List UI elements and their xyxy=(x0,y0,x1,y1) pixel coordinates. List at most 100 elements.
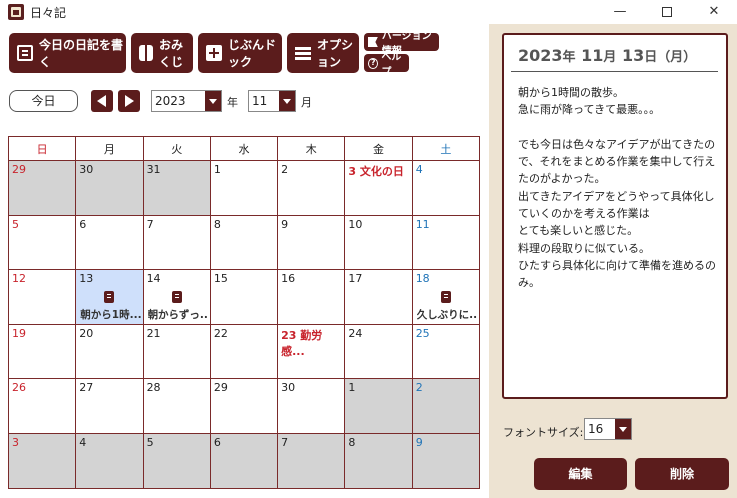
calendar-day-cell[interactable]: 17 xyxy=(344,269,413,325)
calendar-day-cell[interactable]: 5 xyxy=(142,432,211,489)
calendar-day-cell[interactable]: 7 xyxy=(142,214,211,271)
maximize-button[interactable] xyxy=(644,0,690,24)
weekday-header: 土 xyxy=(411,136,481,161)
calendar-day-cell[interactable]: 2 xyxy=(411,378,481,434)
calendar-day-cell[interactable]: 29 xyxy=(7,160,77,216)
calendar-day-cell[interactable]: 8 xyxy=(209,214,279,271)
calendar-day-cell[interactable]: 2 xyxy=(277,160,346,216)
calendar-day-cell[interactable]: 16 xyxy=(277,269,346,325)
font-size-select[interactable]: 16 xyxy=(584,418,632,440)
day-number: 1 xyxy=(213,163,221,176)
edit-button[interactable]: 編集 xyxy=(534,458,627,490)
day-number: 21 xyxy=(146,326,161,340)
diary-date: 2023年 11月 13日（月） xyxy=(518,46,696,65)
options-button[interactable]: オプション xyxy=(287,33,359,73)
next-month-button[interactable] xyxy=(118,90,140,112)
month-select[interactable]: 11 xyxy=(248,90,296,112)
day-number: 30 xyxy=(281,381,296,395)
omikuji-icon xyxy=(139,45,153,61)
year-unit-label: 年 xyxy=(227,96,238,109)
day-number: 2 xyxy=(415,381,423,395)
day-number: 6 xyxy=(79,217,87,231)
day-number: 29 xyxy=(12,163,26,176)
calendar-day-cell[interactable]: 13 朝から1時... xyxy=(75,269,144,325)
calendar-day-cell[interactable]: 9 xyxy=(277,214,346,271)
minimize-button[interactable]: — xyxy=(597,0,643,24)
calendar-day-cell[interactable]: 14 朝からずっ... xyxy=(142,269,211,325)
calendar-day-cell[interactable]: 8 xyxy=(344,432,413,489)
calendar-day-cell[interactable]: 19 xyxy=(7,323,77,380)
day-number: 30 xyxy=(79,163,94,176)
calendar-day-cell[interactable]: 6 xyxy=(209,432,279,489)
calendar-day-cell[interactable]: 18 久しぶりに... xyxy=(411,269,481,325)
calendar-day-cell[interactable]: 4 xyxy=(75,432,144,489)
entry-preview: 朝からずっ... xyxy=(147,309,208,322)
day-number: 15 xyxy=(213,272,228,286)
calendar-day-cell[interactable]: 6 xyxy=(75,214,144,271)
write-today-button[interactable]: 今日の日記を書く xyxy=(9,33,126,73)
calendar-day-cell[interactable]: 10 xyxy=(344,214,413,271)
calendar-day-cell[interactable]: 21 xyxy=(142,323,211,380)
menu-icon xyxy=(295,45,311,61)
omikuji-button[interactable]: おみくじ xyxy=(131,33,193,73)
calendar-day-cell[interactable]: 5 xyxy=(7,214,77,271)
app-logo-icon xyxy=(8,4,24,20)
omikuji-label: おみくじ xyxy=(159,38,184,69)
calendar-day-cell[interactable]: 4 xyxy=(411,160,481,216)
calendar-day-cell[interactable]: 1 xyxy=(209,160,279,216)
jibun-dock-button[interactable]: じぶんドック xyxy=(198,33,282,73)
weekday-header: 火 xyxy=(142,136,211,161)
close-button[interactable]: ✕ xyxy=(691,0,737,24)
calendar-day-cell[interactable]: 15 xyxy=(209,269,279,325)
calendar-day-cell[interactable]: 9 xyxy=(411,432,481,489)
plus-icon xyxy=(206,45,222,61)
calendar-day-cell[interactable]: 27 xyxy=(75,378,144,434)
day-number: 7 xyxy=(281,435,289,449)
diary-book-icon xyxy=(17,45,33,61)
calendar-day-cell[interactable]: 28 xyxy=(142,378,211,434)
calendar-day-cell[interactable]: 25 xyxy=(411,323,481,380)
day-number: 6 xyxy=(213,435,221,449)
diary-entry-icon xyxy=(171,291,182,304)
calendar-day-cell[interactable]: 20 xyxy=(75,323,144,380)
calendar-day-cell[interactable]: 1 xyxy=(344,378,413,434)
weekday-header: 金 xyxy=(344,136,413,161)
calendar-day-cell[interactable]: 12 xyxy=(7,269,77,325)
calendar-day-cell[interactable]: 26 xyxy=(7,378,77,434)
calendar-week-row: 29 30 31 1 2 3 文化の日 4 xyxy=(7,160,481,216)
day-number: 9 xyxy=(415,435,423,449)
calendar-day-cell[interactable]: 30 xyxy=(277,378,346,434)
diary-weekday: （月） xyxy=(657,50,697,65)
calendar-day-cell[interactable]: 11 xyxy=(411,214,481,271)
month-unit-label: 月 xyxy=(301,96,312,109)
today-button[interactable]: 今日 xyxy=(9,90,78,112)
day-number: 13 xyxy=(79,272,94,286)
calendar-week-row: 3 4 5 6 7 8 9 xyxy=(7,432,481,489)
weekday-header: 月 xyxy=(75,136,144,161)
jibun-dock-label: じぶんドック xyxy=(228,38,277,69)
day-number: 14 xyxy=(146,272,161,286)
day-number: 1 xyxy=(348,381,356,395)
entry-preview: 朝から1時... xyxy=(80,309,141,322)
day-number: 29 xyxy=(213,381,228,395)
calendar-week-row: 19 20 21 22 23 勤労感... 24 25 xyxy=(7,323,481,380)
prev-month-button[interactable] xyxy=(91,90,113,112)
calendar-day-cell[interactable]: 31 xyxy=(142,160,211,216)
day-number: 25 xyxy=(415,326,430,340)
year-select[interactable]: 2023 xyxy=(151,90,222,112)
day-number: 4 xyxy=(79,435,87,449)
calendar-day-cell[interactable]: 23 勤労感... xyxy=(277,323,346,380)
write-today-label: 今日の日記を書く xyxy=(39,38,124,69)
calendar-day-cell[interactable]: 30 xyxy=(75,160,144,216)
calendar-day-cell[interactable]: 3 xyxy=(7,432,77,489)
calendar-day-cell[interactable]: 24 xyxy=(344,323,413,380)
calendar-day-cell[interactable]: 7 xyxy=(277,432,346,489)
flag-icon xyxy=(368,37,378,47)
calendar-day-cell[interactable]: 22 xyxy=(209,323,279,380)
day-number: 23 勤労感... xyxy=(281,328,323,358)
delete-button[interactable]: 削除 xyxy=(635,458,729,490)
window-title: 日々記 xyxy=(30,6,67,20)
calendar-day-cell[interactable]: 3 文化の日 xyxy=(344,160,413,216)
help-button[interactable]: ? ヘルプ xyxy=(364,52,409,78)
calendar-day-cell[interactable]: 29 xyxy=(209,378,279,434)
